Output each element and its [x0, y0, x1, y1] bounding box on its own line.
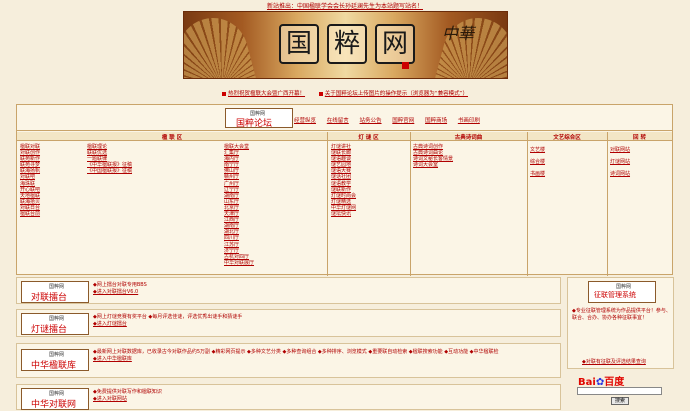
forum-link[interactable]: 谜坛快讯: [331, 211, 356, 217]
panel-logo-small: 国粹网: [49, 316, 65, 322]
forum-link[interactable]: 天地楹联: [20, 193, 40, 199]
panel-line: ◆最新网上对联数据库，已收录古今对联作品约5万副 ◆精彩网页提示 ◆多种文艺分类…: [93, 349, 499, 355]
panel-enter-link[interactable]: ◆进入灯谜擂台: [93, 321, 242, 328]
panel-line: ◆网上灯谜竞赛有奖平台 ◆每月评选佳谜，评选优秀出谜手和猜谜手: [93, 314, 243, 320]
panel-logo-big: 对联擂台: [31, 293, 68, 303]
forum-directory: 国粹网 国粹论坛 经营纵览 在线留言 站务公告 国粹官网 国粹商场 书画印刷 楹…: [16, 104, 673, 276]
forum-link[interactable]: 《中国楹联报》征稿: [87, 168, 132, 174]
panel-line: ◆网上擂台对联专用BBS: [93, 282, 147, 288]
panel-riddle-arena: 国粹网 灯谜擂台 ◆网上灯谜竞赛有奖平台 ◆每月评选佳谜，评选优秀出谜手和猜谜手…: [16, 309, 561, 337]
side-query-link[interactable]: ◆对联有征联及评选结果查询: [582, 358, 646, 365]
panel-text: ◆最新网上对联数据库，已收录古今对联作品约5万副 ◆精彩网页提示 ◆多种文艺分类…: [93, 349, 558, 363]
side-description: ◆专业征联管理系统为作品提供平台！参与、联合、合办、协办各种征联事宜！: [572, 308, 671, 321]
column-poetry: 古典诗词创作 古典诗词曲论 诗词文秘长客情景 诗词大会室: [413, 144, 453, 168]
panel-logo-small: 国粹网: [49, 284, 65, 290]
panel-couplet-site: 国粹网 中华对联网 ◆免费提供对联写作和楹联知识 ◆进入对联网站: [16, 384, 561, 410]
column-riddles: 灯谜讲社 谜联长廊 谜语趣谈 谜艺园地 谜语大赛 谜话社团 谜语教学 谜联新作 …: [331, 144, 356, 217]
panel-logo[interactable]: 国粹网 中华楹联库: [21, 349, 89, 371]
column-header: 古典诗词曲: [454, 135, 483, 141]
panel-line: ◆免费提供对联写作和楹联知识: [93, 389, 162, 395]
column-couplets-c: 楹联大会堂 汇集厅 海内厅 南宁厅 佛山厅 赣州厅 广州厅 辽宁厅 湖南厅 山东…: [224, 144, 254, 266]
banner-title: 国 粹 网: [262, 24, 432, 64]
panel-text: ◆网上灯谜竞赛有奖平台 ◆每月评选佳谜，评选优秀出谜手和猜谜手 ◆进入灯谜擂台: [93, 314, 242, 328]
column-divider: [327, 132, 328, 276]
column-header: 回 转: [633, 135, 646, 141]
forum-logo[interactable]: 国粹网 国粹论坛: [225, 108, 293, 129]
hot-links-row: 热烈祝贺楹联大会暨广西开幕！ 关于国粹论坛上传图片的操作提示（浏览器为“兼容模式…: [0, 89, 690, 97]
search-input[interactable]: [577, 387, 662, 395]
banner-char: 国: [279, 24, 319, 64]
top-notice[interactable]: 新站推出：中国楹联学会会长孙廷澜先生为本站题写站名！: [0, 1, 690, 10]
column-couplets-b: 楹联理论 联联优选 一题联律 《中华楹联报》征稿 《中国楹联报》征稿: [87, 144, 132, 174]
panel-logo-small: 国粹网: [49, 391, 65, 397]
hot-link[interactable]: 关于国粹论坛上传图片的操作提示（浏览器为“兼容模式”）: [318, 91, 468, 97]
fan-decoration-left: [184, 12, 256, 78]
red-square-icon: [222, 91, 227, 96]
side-logo[interactable]: 国粹网 征联管理系统: [588, 281, 656, 303]
panel-enter-link[interactable]: ◆进入中华楹联库: [93, 356, 558, 363]
column-couplets-a: 楹联对联 对联创作 联苑新作 联苑寻梦 联海扬帆 对联吧 海珠联 开心联吧 天地…: [20, 144, 40, 217]
forum-link[interactable]: 对联网站: [610, 144, 630, 156]
panel-text: ◆网上擂台对联专用BBS ◆进入对联擂台V6.0: [93, 282, 147, 296]
hot-link[interactable]: 热烈祝贺楹联大会暨广西开幕！: [222, 91, 305, 97]
column-header: 文艺综合区: [553, 135, 581, 141]
logo-big-text: 国粹论坛: [236, 119, 273, 129]
banner-calligraphy: 中華: [442, 24, 475, 43]
nav-link[interactable]: 书画印刷: [458, 118, 480, 124]
banner-char: 粹: [327, 24, 367, 64]
nav-link[interactable]: 国粹官网: [392, 118, 414, 124]
column-divider: [527, 132, 528, 276]
panel-enter-link[interactable]: ◆进入对联网站: [93, 396, 162, 403]
nav-link[interactable]: 国粹商场: [425, 118, 447, 124]
seal-stamp-icon: [402, 62, 409, 69]
column-header: 灯 谜 区: [358, 135, 379, 141]
forum-link[interactable]: 开心联吧: [20, 187, 40, 193]
banner-char: 网: [375, 24, 415, 64]
column-arts: 文艺楼 综合楼 书画楼: [530, 144, 545, 180]
search-button[interactable]: 搜索: [611, 397, 629, 405]
forum-link[interactable]: 诗词网站: [610, 168, 630, 180]
nav-link[interactable]: 经营纵览: [294, 118, 316, 124]
forum-navbar: 国粹网 国粹论坛 经营纵览 在线留言 站务公告 国粹官网 国粹商场 书画印刷: [17, 105, 672, 131]
panel-logo-big: 中华楹联库: [31, 361, 77, 371]
baidu-logo: Bai✿百度: [578, 373, 624, 388]
panel-text: ◆免费提供对联写作和楹联知识 ◆进入对联网站: [93, 389, 162, 403]
panel-logo-big: 中华对联网: [31, 400, 77, 410]
site-banner: 国 粹 网 中華: [183, 11, 508, 79]
forum-nav-links: 经营纵览 在线留言 站务公告 国粹官网 国粹商场 书画印刷: [294, 116, 489, 124]
nav-link[interactable]: 在线留言: [327, 118, 349, 124]
forum-link[interactable]: 综合楼: [530, 156, 545, 168]
columns-header: 楹 联 区 灯 谜 区 古典诗词曲 文艺综合区 回 转: [17, 132, 672, 141]
panel-logo[interactable]: 国粹网 灯谜擂台: [21, 313, 89, 335]
side-logo-big: 征联管理系统: [594, 291, 636, 299]
column-header: 楹 联 区: [161, 135, 183, 141]
nav-link[interactable]: 站务公告: [360, 118, 382, 124]
panel-enter-link[interactable]: ◆进入对联擂台V6.0: [93, 289, 147, 296]
side-logo-small: 国粹网: [616, 284, 632, 290]
forum-link[interactable]: 灯谜网站: [610, 156, 630, 168]
panel-logo-big: 灯谜擂台: [31, 325, 68, 335]
side-solicitation-panel: 国粹网 征联管理系统 ◆专业征联管理系统为作品提供平台！参与、联合、合办、协办各…: [567, 277, 674, 369]
forum-link[interactable]: 书画楼: [530, 168, 545, 180]
forum-link[interactable]: 楹联台前: [20, 211, 40, 217]
panel-couplet-arena: 国粹网 对联擂台 ◆网上擂台对联专用BBS ◆进入对联擂台V6.0: [16, 277, 561, 304]
forum-link[interactable]: 灯谜时尚会: [331, 193, 356, 199]
forum-link[interactable]: 诗词大会室: [413, 162, 453, 168]
column-links: 对联网站 灯谜网站 诗词网站: [610, 144, 630, 180]
column-divider: [410, 132, 411, 276]
panel-logo-small: 国粹网: [49, 352, 65, 358]
column-divider: [607, 132, 608, 276]
red-square-icon: [318, 91, 323, 96]
forum-link[interactable]: 中华对联展厅: [224, 260, 254, 266]
panel-logo[interactable]: 国粹网 对联擂台: [21, 281, 89, 303]
panel-logo[interactable]: 国粹网 中华对联网: [21, 388, 89, 410]
panel-couplet-library: 国粹网 中华楹联库 ◆最新网上对联数据库，已收录古今对联作品约5万副 ◆精彩网页…: [16, 343, 561, 378]
forum-link[interactable]: 文艺楼: [530, 144, 545, 156]
